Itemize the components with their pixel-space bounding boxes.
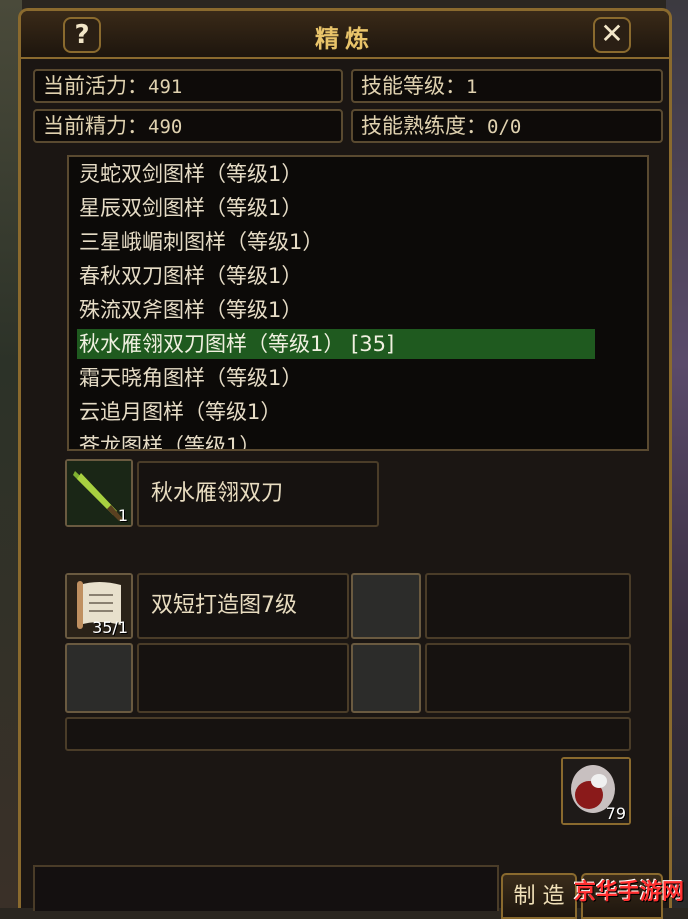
bottom-bar [33,865,499,911]
product-count: 1 [117,506,128,525]
energy-stat: 当前精力：490 [33,109,343,143]
material-count: 35/1 [92,618,128,637]
watermark: 京华手游网 [573,880,684,905]
recipe-item[interactable]: 春秋双刀图样（等级1） [79,261,302,291]
recipe-item[interactable]: 灵蛇双剑图样（等级1） [79,159,302,189]
skill-level-label: 技能等级： [361,74,466,98]
close-button[interactable]: ✕ [593,17,631,53]
refine-window: ? 精炼 ✕ 当前活力：491 技能等级：1 当前精力：490 技能熟练度：0/… [18,8,672,919]
product-name: 秋水雁翎双刀 [137,461,379,527]
material-name: 双短打造图7级 [137,573,349,639]
window-title: 精炼 [315,24,375,53]
proficiency-stat: 技能熟练度：0/0 [351,109,663,143]
vitality-label: 当前活力： [43,74,148,98]
recipe-item[interactable]: 三星峨嵋刺图样（等级1） [79,227,323,257]
energy-value: 490 [148,116,183,138]
recipe-item[interactable]: 星辰双剑图样（等级1） [79,193,302,223]
skill-level-stat: 技能等级：1 [351,69,663,103]
recipe-item[interactable]: 霜天晓角图样（等级1） [79,363,302,393]
catalyst-slot[interactable]: 79 [561,757,631,825]
material-slot-1[interactable]: 35/1 [65,573,133,639]
vitality-value: 491 [148,76,183,98]
recipe-item[interactable]: 苍龙图样（等级1） [79,431,260,449]
proficiency-label: 技能熟练度： [361,114,487,138]
make-button[interactable]: 制 造 [501,873,577,919]
vitality-stat: 当前活力：491 [33,69,343,103]
recipe-item[interactable]: 云追月图样（等级1） [79,397,281,427]
material-name-2 [425,573,631,639]
skill-level-value: 1 [466,76,478,98]
recipe-list: 灵蛇双剑图样（等级1） 星辰双剑图样（等级1） 三星峨嵋刺图样（等级1） 春秋双刀图样… [67,155,649,451]
product-slot[interactable]: 1 [65,459,133,527]
material-slot-2[interactable] [351,573,421,639]
catalyst-count: 79 [605,804,626,823]
title-bar: ? 精炼 ✕ [21,11,669,59]
material-slot-3[interactable] [65,643,133,713]
material-name-4 [425,643,631,713]
energy-label: 当前精力： [43,114,148,138]
recipe-item[interactable]: 殊流双斧图样（等级1） [79,295,302,325]
proficiency-value: 0/0 [487,116,522,138]
recipe-item-selected[interactable]: 秋水雁翎双刀图样（等级1） [35] [77,329,595,359]
message-bar [65,717,631,751]
material-name-3 [137,643,349,713]
material-slot-4[interactable] [351,643,421,713]
